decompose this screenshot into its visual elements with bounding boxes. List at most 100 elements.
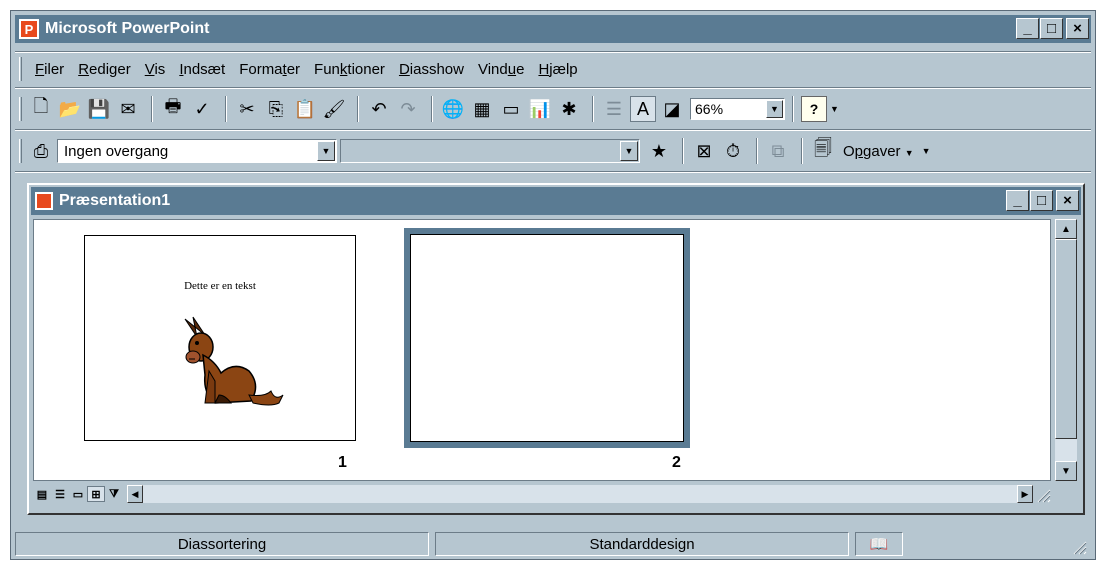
status-view: Diassortering	[15, 532, 429, 556]
chevron-down-icon[interactable]: ▼	[905, 148, 914, 158]
speaker-notes-icon[interactable]: 🗐	[810, 138, 836, 164]
help-icon[interactable]: ?	[801, 96, 827, 122]
menu-diasshow[interactable]: Diasshow	[392, 59, 471, 80]
donkey-clipart-image	[184, 316, 284, 406]
scroll-down-button[interactable]: ▼	[1055, 461, 1077, 481]
menu-vindue[interactable]: Vindue	[471, 59, 531, 80]
menu-bar: Filer Rediger Vis Indsæt Formater Funkti…	[15, 55, 1091, 83]
copy-icon[interactable]: ⎘	[263, 96, 289, 122]
show-formatting-icon[interactable]: A	[630, 96, 656, 122]
document-title: Præsentation1	[59, 192, 171, 209]
menu-indsaet[interactable]: Indsæt	[172, 59, 232, 80]
zoom-select[interactable]: 66% ▼	[690, 98, 785, 120]
tasks-menu[interactable]: Opgaver ▼	[843, 143, 914, 160]
email-icon[interactable]: ✉	[115, 96, 141, 122]
open-icon[interactable]: 📂	[57, 96, 83, 122]
scroll-track[interactable]	[1055, 239, 1077, 461]
chevron-down-icon[interactable]: ▼	[766, 100, 783, 118]
minimize-button[interactable]: _	[1016, 18, 1039, 39]
slide-show-view-icon[interactable]: ⧩	[105, 486, 123, 502]
close-button[interactable]: ×	[1066, 18, 1089, 39]
slide-view-icon[interactable]: ▭	[69, 486, 87, 502]
vertical-scrollbar[interactable]: ▲ ▼	[1055, 219, 1077, 481]
menu-hjaelp[interactable]: Hjælp	[531, 59, 584, 80]
window-title: Microsoft PowerPoint	[45, 20, 210, 37]
scroll-up-button[interactable]: ▲	[1055, 219, 1077, 239]
separator	[15, 171, 1091, 173]
outline-view-icon[interactable]: ☰	[51, 486, 69, 502]
menu-filer[interactable]: Filer	[28, 59, 71, 80]
chevron-down-icon: ▼	[620, 141, 638, 161]
toolbar-grip[interactable]	[19, 97, 22, 121]
tables-borders-icon[interactable]: ▭	[498, 96, 524, 122]
toolbar-separator	[682, 138, 684, 164]
toolbar-options-icon[interactable]: ▼	[922, 146, 931, 156]
toolbar-options-icon[interactable]: ▼	[830, 104, 839, 114]
presentation-icon[interactable]	[35, 192, 53, 210]
doc-minimize-button[interactable]: _	[1006, 190, 1029, 211]
spelling-status-icon[interactable]: 📖	[855, 532, 903, 556]
new-icon[interactable]: 🗋	[28, 96, 54, 122]
slide-number-2: 2	[672, 454, 681, 471]
chevron-down-icon[interactable]: ▼	[317, 141, 335, 161]
status-bar: Diassortering Standarddesign 📖	[15, 531, 1091, 557]
slide-transition-icon[interactable]: ⎙	[28, 138, 54, 164]
transition-value: Ingen overgang	[64, 142, 169, 160]
spelling-icon[interactable]: ✓	[189, 96, 215, 122]
expand-icon: ☰	[605, 98, 623, 119]
grayscale-icon[interactable]: ◪	[659, 96, 685, 122]
cut-icon[interactable]: ✂	[234, 96, 260, 122]
menu-grip[interactable]	[19, 57, 22, 81]
slide-sorter-area[interactable]: Dette er en tekst 1 2	[33, 219, 1051, 481]
toolbar-grip[interactable]	[19, 139, 22, 163]
menu-vis[interactable]: Vis	[138, 59, 173, 80]
save-icon[interactable]: 💾	[86, 96, 112, 122]
separator	[15, 87, 1091, 89]
table-icon[interactable]: ▦	[469, 96, 495, 122]
standard-toolbar: 🗋 📂 💾 ✉ 🖶 ✓ ✂ ⎘ 📋 🖌 ↶ ↷ 🌐 ▦ ▭ 📊 ✱ ☰ A ◪ …	[15, 91, 1091, 127]
paste-icon[interactable]: 📋	[292, 96, 318, 122]
doc-close-button[interactable]: ×	[1056, 190, 1079, 211]
slide-sorter-view-icon[interactable]: ⊞	[87, 486, 105, 502]
menu-funktioner[interactable]: Funktioner	[307, 59, 392, 80]
scroll-thumb[interactable]	[1055, 239, 1077, 439]
normal-view-icon[interactable]: ▤	[33, 486, 51, 502]
maximize-button[interactable]: □	[1040, 18, 1063, 39]
menu-formater[interactable]: Formater	[232, 59, 307, 80]
hyperlink-icon[interactable]: 🌐	[440, 96, 466, 122]
presentation-window: Præsentation1 _ □ × Dette er en tekst 1 …	[27, 183, 1085, 515]
status-design[interactable]: Standarddesign	[435, 532, 849, 556]
toolbar-separator	[151, 96, 153, 122]
toolbar-separator	[225, 96, 227, 122]
slide-number-1: 1	[338, 454, 347, 471]
toolbar-separator	[592, 96, 594, 122]
scroll-right-button[interactable]: ▶	[1017, 485, 1033, 503]
undo-icon[interactable]: ↶	[366, 96, 392, 122]
menu-rediger[interactable]: Rediger	[71, 59, 138, 80]
rehearse-timings-icon[interactable]: ⏱	[720, 138, 746, 164]
slide-thumbnail-1[interactable]: Dette er en tekst	[84, 235, 356, 441]
resize-grip-icon[interactable]	[1033, 485, 1051, 503]
zoom-value: 66%	[695, 101, 724, 117]
window-resize-grip-icon[interactable]	[1071, 539, 1087, 555]
summary-slide-icon: ⧉	[771, 140, 785, 161]
slide-text: Dette er en tekst	[184, 280, 256, 292]
doc-maximize-button[interactable]: □	[1030, 190, 1053, 211]
scroll-left-button[interactable]: ◀	[127, 485, 143, 503]
transition-select[interactable]: Ingen overgang ▼	[57, 139, 337, 163]
hide-slide-icon[interactable]: ⊠	[691, 138, 717, 164]
new-slide-icon[interactable]: ✱	[556, 96, 582, 122]
animation-effects-icon[interactable]: ★	[646, 138, 672, 164]
toolbar-separator	[792, 96, 794, 122]
slide-selection-frame[interactable]	[404, 228, 690, 448]
print-icon[interactable]: 🖶	[160, 96, 186, 122]
title-bar[interactable]: P Microsoft PowerPoint _ □ ×	[15, 15, 1091, 43]
chart-icon[interactable]: 📊	[527, 96, 553, 122]
redo-icon: ↷	[400, 98, 416, 119]
horizontal-scrollbar[interactable]: ◀ ▶	[127, 485, 1033, 503]
slide-thumbnail-2[interactable]	[410, 234, 684, 442]
document-title-bar[interactable]: Præsentation1 _ □ ×	[31, 187, 1081, 215]
format-painter-icon[interactable]: 🖌	[321, 96, 347, 122]
separator	[15, 51, 1091, 53]
powerpoint-app-icon[interactable]: P	[19, 19, 39, 39]
